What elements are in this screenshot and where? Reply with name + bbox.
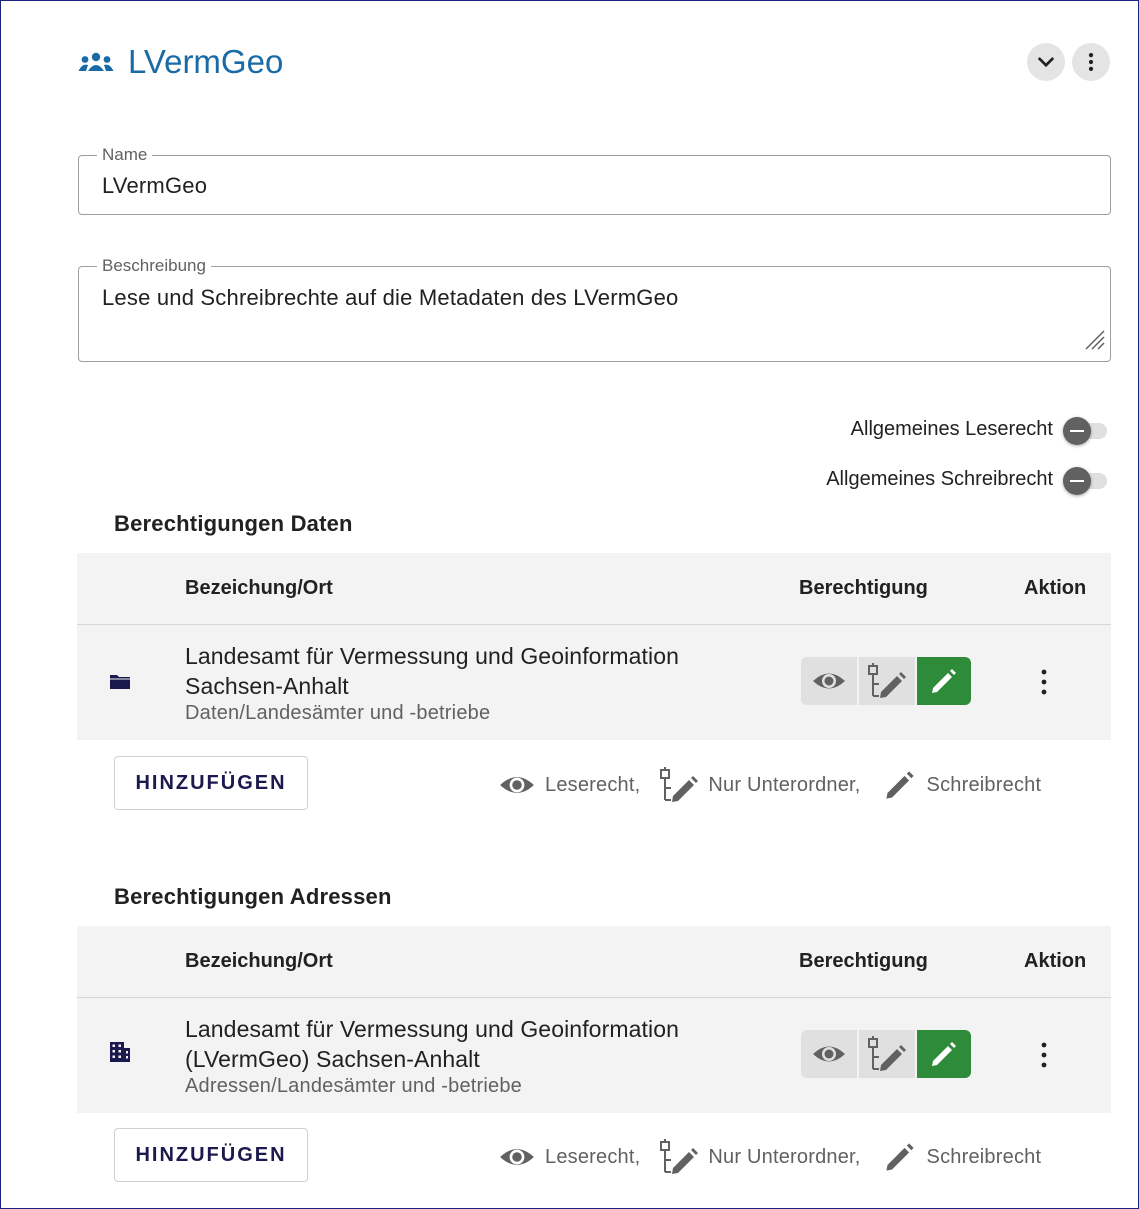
legend-read: Leserecht,: [498, 771, 640, 799]
table-row: Landesamt für Vermessung und Geoinformat…: [77, 625, 1111, 740]
column-header-permission: Berechtigung: [799, 950, 928, 972]
table-row: Landesamt für Vermessung und Geoinformat…: [77, 998, 1111, 1113]
section-title-addresses: Berechtigungen Adressen: [114, 884, 392, 909]
read-permission-button[interactable]: [801, 1030, 857, 1078]
data-permissions-table: Bezeichung/Ort Berechtigung Aktion Lande…: [77, 553, 1111, 740]
pencil-icon: [932, 669, 956, 693]
permission-legend: Leserecht, Nur Unterordner, Schreibrecht: [498, 1138, 1041, 1176]
read-permission-button[interactable]: [801, 657, 857, 705]
column-header-name: Bezeichung/Ort: [185, 950, 333, 972]
more-vert-icon: [1088, 53, 1094, 71]
row-title: Landesamt für Vermessung und Geoinformat…: [185, 1014, 745, 1074]
legend-read-label: Leserecht,: [545, 1145, 641, 1168]
eye-icon: [813, 1046, 845, 1062]
general-write-toggle[interactable]: [1059, 464, 1109, 495]
section-title-data: Berechtigungen Daten: [114, 511, 353, 536]
row-title-line-1: Landesamt für Vermessung und Geoinformat…: [185, 1016, 679, 1042]
table-header: Bezeichung/Ort Berechtigung Aktion: [77, 926, 1111, 998]
subfolder-edit-icon: [868, 663, 906, 698]
subfolder-edit-icon: [660, 1139, 699, 1174]
add-data-permission-button[interactable]: HINZUFÜGEN: [114, 756, 308, 810]
row-more-icon[interactable]: [1032, 667, 1056, 697]
legend-subfolder-label: Nur Unterordner,: [708, 773, 861, 796]
general-write-label: Allgemeines Schreibrecht: [826, 467, 1053, 490]
more-options-button[interactable]: [1072, 43, 1110, 81]
column-header-name: Bezeichung/Ort: [185, 577, 333, 599]
address-permissions-table: Bezeichung/Ort Berechtigung Aktion Lande…: [77, 926, 1111, 1113]
permission-toggle-group: [801, 657, 971, 705]
expand-button[interactable]: [1027, 43, 1065, 81]
pencil-icon: [885, 1143, 914, 1171]
general-read-toggle[interactable]: [1059, 414, 1109, 445]
eye-icon: [813, 673, 845, 689]
subfolder-permission-button[interactable]: [859, 1030, 915, 1078]
column-header-action: Aktion: [1024, 577, 1087, 599]
description-value: Lese und Schreibrechte auf die Metadaten…: [102, 285, 679, 310]
legend-subfolder: Nur Unterordner,: [658, 1138, 860, 1176]
minus-icon: [1063, 467, 1091, 495]
legend-read-label: Leserecht,: [545, 773, 641, 796]
minus-icon: [1063, 417, 1091, 445]
general-read-toggle-row: Allgemeines Leserecht: [850, 414, 1109, 445]
permission-toggle-group: [801, 1030, 971, 1078]
general-write-toggle-row: Allgemeines Schreibrecht: [826, 464, 1109, 495]
row-subtitle: Daten/Landesämter und -betriebe: [185, 702, 491, 724]
write-permission-button[interactable]: [917, 657, 971, 705]
subfolder-edit-icon: [868, 1036, 906, 1071]
folder-icon: [110, 675, 130, 689]
table-header: Bezeichung/Ort Berechtigung Aktion: [77, 553, 1111, 625]
column-header-action: Aktion: [1024, 950, 1087, 972]
column-header-permission: Berechtigung: [799, 577, 928, 599]
row-subtitle: Adressen/Landesämter und -betriebe: [185, 1075, 523, 1097]
app-window: LVermGeo Name LVermGeo Beschreibung Lese…: [0, 0, 1139, 1209]
add-address-permission-button[interactable]: HINZUFÜGEN: [114, 1128, 308, 1182]
legend-subfolder: Nur Unterordner,: [658, 766, 860, 804]
subfolder-edit-icon: [660, 767, 699, 802]
legend-write-label: Schreibrecht: [926, 1145, 1042, 1168]
write-permission-button[interactable]: [917, 1030, 971, 1078]
legend-write-label: Schreibrecht: [926, 773, 1042, 796]
row-title: Landesamt für Vermessung und Geoinformat…: [185, 641, 745, 701]
page-title: LVermGeo: [128, 43, 284, 80]
row-title-line-2: (LVermGeo) Sachsen-Anhalt: [185, 1046, 480, 1072]
legend-subfolder-label: Nur Unterordner,: [708, 1145, 861, 1168]
eye-icon: [500, 1149, 534, 1165]
legend-read: Leserecht,: [498, 1143, 640, 1171]
name-field[interactable]: Name LVermGeo: [78, 144, 1111, 215]
eye-icon: [500, 777, 534, 793]
pencil-icon: [932, 1042, 956, 1066]
name-label: Name: [97, 144, 153, 166]
name-value: LVermGeo: [102, 173, 208, 198]
subfolder-permission-button[interactable]: [859, 657, 915, 705]
permission-legend: Leserecht, Nur Unterordner, Schreibrecht: [498, 766, 1041, 804]
general-read-label: Allgemeines Leserecht: [850, 417, 1053, 440]
resize-handle-icon[interactable]: [1082, 327, 1106, 351]
description-label: Beschreibung: [97, 255, 211, 277]
building-icon: [110, 1042, 130, 1062]
row-title-line-1: Landesamt für Vermessung und Geoinformat…: [185, 643, 679, 669]
row-title-line-2: Sachsen-Anhalt: [185, 673, 349, 699]
group-icon: [78, 52, 114, 71]
description-field[interactable]: Beschreibung Lese und Schreibrechte auf …: [78, 255, 1111, 362]
legend-write: Schreibrecht: [883, 768, 1042, 802]
pencil-icon: [885, 771, 914, 799]
row-more-icon[interactable]: [1032, 1040, 1056, 1070]
chevron-down-icon: [1038, 57, 1054, 68]
legend-write: Schreibrecht: [883, 1140, 1042, 1174]
